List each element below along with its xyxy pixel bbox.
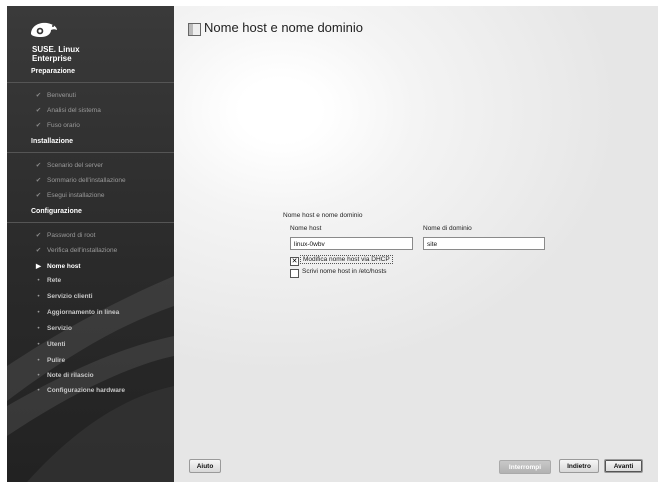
checkmark-icon: ✔ (35, 192, 42, 199)
dialog-title: Nome host e nome dominio (204, 20, 363, 35)
section-divider (7, 222, 174, 223)
bullet-icon: • (37, 293, 40, 300)
section-installazione: Installazione (31, 138, 74, 145)
current-arrow-icon: ▶ (36, 263, 41, 270)
next-button[interactable]: Avanti (604, 459, 643, 473)
section-divider (7, 82, 174, 83)
step-label: Fuso orario (47, 122, 80, 129)
abort-button[interactable]: Interrompi (499, 460, 551, 474)
step-label: Utenti (47, 341, 66, 348)
step-aggiornamento-in-linea: • Aggiornamento in linea (34, 309, 119, 316)
checkmark-icon: ✔ (35, 232, 42, 239)
hostname-input[interactable]: linux-0wbv (290, 237, 413, 250)
step-esegui-installazione: ✔ Esegui installazione (34, 191, 105, 199)
step-analisi-sistema: ✔ Analisi del sistema (34, 106, 101, 114)
dhcp-checkbox-label[interactable]: Modifica nome host via DHCP (300, 255, 393, 264)
bullet-icon: • (37, 309, 40, 316)
hostname-label: Nome host (290, 225, 322, 232)
step-label: Servizio (47, 325, 72, 332)
step-benvenuti: ✔ Benvenuti (34, 91, 76, 99)
step-label: Esegui installazione (47, 192, 105, 199)
step-servizio: • Servizio (34, 325, 72, 332)
step-sommario-installazione: ✔ Sommario dell'installazione (34, 176, 126, 184)
checkmark-icon: ✔ (35, 247, 42, 254)
step-note-rilascio: • Note di rilascio (34, 372, 94, 379)
step-nome-host: ▶ Nome host (34, 262, 81, 270)
step-label: Analisi del sistema (47, 107, 101, 114)
step-fuso-orario: ✔ Fuso orario (34, 121, 80, 129)
checkmark-icon: ✔ (35, 107, 42, 114)
step-label: Nome host (47, 263, 81, 270)
dhcp-checkbox[interactable]: ✕ (290, 257, 299, 266)
bullet-icon: • (37, 372, 40, 379)
domain-label: Nome di dominio (423, 225, 472, 232)
hosts-checkbox[interactable] (290, 269, 299, 278)
step-pulire: • Pulire (34, 357, 65, 364)
step-servizio-clienti: • Servizio clienti (34, 293, 93, 300)
section-preparazione: Preparazione (31, 68, 75, 75)
brand-line-1: SUSE. Linux (32, 45, 80, 54)
step-label: Pulire (47, 357, 66, 364)
group-label: Nome host e nome dominio (283, 212, 363, 219)
step-configurazione-hardware: • Configurazione hardware (34, 387, 125, 394)
step-label: Aggiornamento in linea (47, 309, 120, 316)
step-scenario-server: ✔ Scenario del server (34, 161, 103, 169)
suse-logo-icon (31, 22, 57, 37)
step-verifica-installazione: ✔ Verifica dell'installazione (34, 246, 118, 254)
checkmark-icon: ✔ (35, 122, 42, 129)
step-label: Note di rilascio (47, 372, 94, 379)
back-button[interactable]: Indietro (559, 459, 599, 473)
brand-line-2: Enterprise (32, 54, 72, 63)
checkmark-icon: ✔ (35, 92, 42, 99)
bullet-icon: • (37, 387, 40, 394)
step-label: Sommario dell'installazione (47, 177, 126, 184)
sidebar: SUSE. Linux Enterprise Preparazione ✔ Ben… (7, 6, 174, 482)
bullet-icon: • (37, 325, 40, 332)
section-configurazione: Configurazione (31, 208, 82, 215)
hosts-checkbox-label[interactable]: Scrivi nome host in /etc/hosts (302, 268, 387, 275)
main-panel: Nome host e nome dominio Nome host e nom… (174, 6, 658, 482)
dialog-title-icon (188, 23, 201, 36)
step-utenti: • Utenti (34, 341, 65, 348)
step-label: Configurazione hardware (47, 387, 126, 394)
step-rete: • Rete (34, 277, 61, 284)
help-button[interactable]: Aiuto (189, 459, 221, 473)
step-label: Rete (47, 277, 62, 284)
step-label: Password di root (47, 232, 96, 239)
step-label: Verifica dell'installazione (47, 247, 118, 254)
checkmark-icon: ✔ (35, 162, 42, 169)
sidebar-swoosh-decoration (7, 276, 174, 482)
step-label: Scenario del server (47, 162, 103, 169)
step-label: Benvenuti (47, 92, 76, 99)
step-label: Servizio clienti (47, 293, 93, 300)
bullet-icon: • (37, 357, 40, 364)
bullet-icon: • (37, 341, 40, 348)
step-password-root: ✔ Password di root (34, 231, 96, 239)
bullet-icon: • (37, 277, 40, 284)
section-divider (7, 152, 174, 153)
domain-input[interactable]: site (423, 237, 545, 250)
installer-window: SUSE. Linux Enterprise Preparazione ✔ Ben… (0, 0, 665, 488)
checkmark-icon: ✔ (35, 177, 42, 184)
